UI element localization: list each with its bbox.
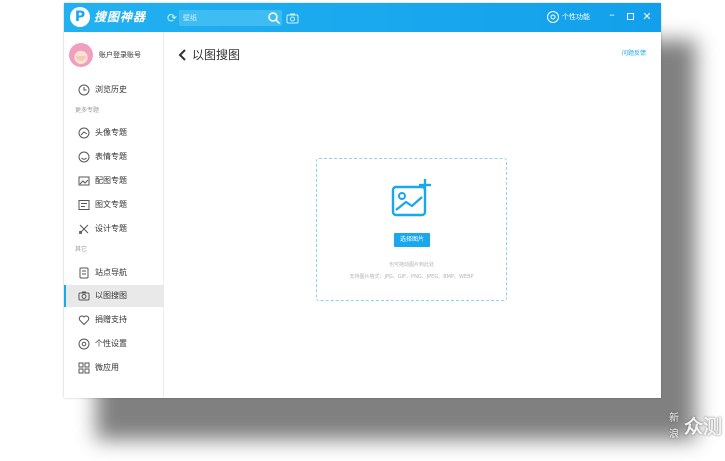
sidebar-item-label: 站点导航 [95,268,127,277]
avatar[interactable] [69,43,93,67]
camera-icon [78,291,90,301]
drag-hint: 也可拖动图片到此处 [388,262,434,268]
sidebar-item-label: 表情专题 [95,152,127,161]
sidebar-item-settings[interactable]: 个性设置 [64,333,164,355]
search-input[interactable] [183,11,263,25]
picture-icon [78,176,90,186]
title-bar: P 搜图神器 ⟳ 个性功能 – ✕ [64,3,661,32]
watermark: 新 浪 众测 [667,411,723,451]
choose-image-button[interactable]: 选择图片 [394,233,430,247]
sidebar-item-label: 设计专题 [95,224,127,233]
emoji-icon [78,151,90,163]
section-title-more-topics: 更多专题 [75,107,100,114]
sidebar-item-label: 捐赠支持 [95,315,127,324]
account-login[interactable]: 账户登录账号 [99,51,141,60]
sidebar-item-history[interactable]: 浏览历史 [64,79,164,101]
sidebar-item-label: 浏览历史 [95,85,127,94]
sidebar-item-avatar-topic[interactable]: 头像专题 [64,122,164,144]
sidebar-item-label: 配图专题 [95,176,127,185]
watermark-char: 浪 [669,429,679,440]
image-add-icon [391,179,431,217]
sidebar-item-label: 头像专题 [95,128,127,137]
design-icon [78,224,89,235]
app-logo: P [70,7,90,27]
sidebar-item-label: 以图搜图 [95,291,127,300]
sidebar: 账户登录账号 浏览历史 更多专题 头像专题 表情专题 配图专题 图文专题 设计专… [64,32,164,398]
sidebar-item-donate[interactable]: 捐赠支持 [64,309,164,331]
app-name: 搜图神器 [94,10,147,24]
sidebar-item-design[interactable]: 设计专题 [64,218,164,240]
site-nav-icon [79,267,89,279]
minimize-button[interactable]: – [604,7,620,23]
page-title: 以图搜图 [192,48,241,62]
history-icon [78,84,90,96]
sidebar-item-picture[interactable]: 配图专题 [64,170,164,192]
sidebar-item-image-search[interactable]: 以图搜图 [64,285,164,307]
format-hint: 支持图片格式：JPG、GIF、PNG、JPEG、BMP、WEBP [349,274,474,280]
maximize-button[interactable] [622,9,638,25]
sidebar-item-label: 微应用 [95,363,119,372]
heart-icon [78,315,90,326]
settings-icon [78,338,90,350]
refresh-icon[interactable]: ⟳ [165,11,179,25]
search-icon[interactable] [267,11,281,25]
gear-icon[interactable] [546,10,560,24]
avatar-topic-icon [78,127,90,139]
back-arrow-icon[interactable] [177,48,187,62]
watermark-text: 众测 [684,416,723,438]
camera-icon[interactable] [286,12,299,24]
close-button[interactable]: ✕ [639,9,655,25]
sidebar-item-emoji[interactable]: 表情专题 [64,146,164,168]
sidebar-item-label: 图文专题 [95,200,127,209]
sidebar-item-text-image[interactable]: 图文专题 [64,194,164,216]
app-window: P 搜图神器 ⟳ 个性功能 – ✕ 账户登录账号 [64,3,661,398]
feedback-link[interactable]: 问题反馈 [622,50,646,58]
text-image-icon [78,200,90,210]
section-title-other: 其它 [75,246,88,253]
watermark-char: 新 [669,413,679,424]
sidebar-item-apps[interactable]: 微应用 [64,357,164,379]
personal-center-label[interactable]: 个性功能 [562,12,590,22]
apps-icon [78,362,90,374]
sidebar-item-label: 个性设置 [95,339,127,348]
sidebar-item-site-nav[interactable]: 站点导航 [64,262,164,284]
